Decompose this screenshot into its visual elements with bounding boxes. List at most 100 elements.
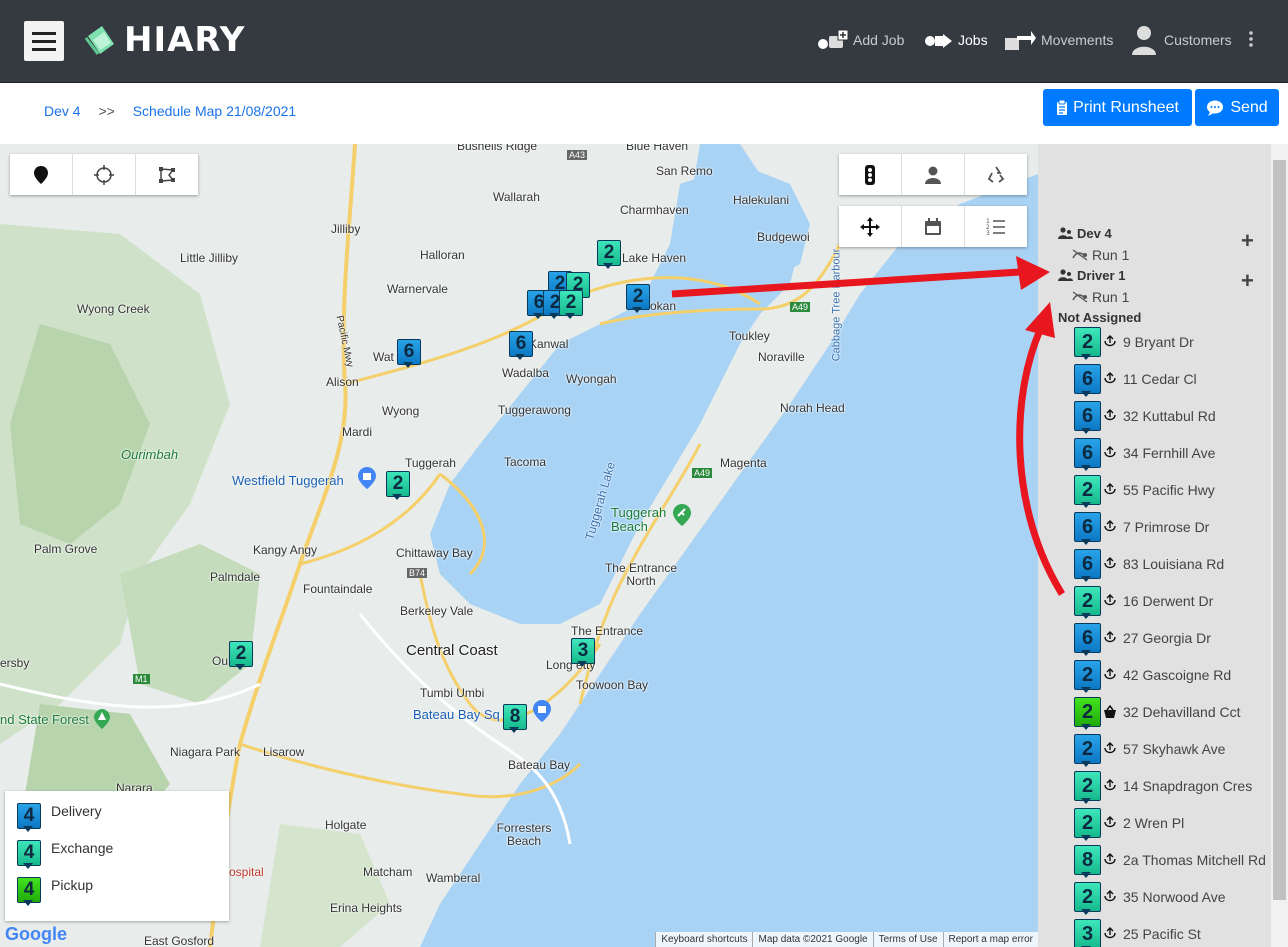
move-tool-button[interactable] [839, 206, 902, 247]
place-label: Holgate [325, 818, 367, 832]
job-list-item[interactable]: 6 7 Primrose Dr [1074, 512, 1209, 545]
beach-poi-icon[interactable] [673, 504, 691, 531]
job-type-marker: 2 [1074, 808, 1101, 841]
job-list-item[interactable]: 2 14 Snapdragon Cres [1074, 771, 1252, 804]
run-item[interactable]: Run 1 [1072, 247, 1129, 263]
nav-jobs[interactable]: Jobs [924, 24, 988, 56]
job-list-item[interactable]: 3 25 Pacific St [1074, 919, 1201, 947]
svg-text:3: 3 [986, 230, 990, 236]
place-label: Magenta [720, 456, 767, 470]
job-list-item[interactable]: 6 27 Georgia Dr [1074, 623, 1211, 656]
shopping-poi-icon[interactable] [533, 700, 551, 727]
map-job-marker[interactable]: 2 [386, 471, 410, 500]
place-label: Westfield Tuggerah [232, 473, 344, 488]
map-job-marker[interactable]: 3 [571, 638, 595, 667]
map-circle-tool[interactable] [73, 154, 136, 195]
pickup-bin-icon [1104, 705, 1116, 718]
legend-label: Pickup [51, 877, 94, 893]
forest-poi-icon[interactable] [94, 709, 110, 734]
job-address: 34 Fernhill Ave [1123, 445, 1216, 461]
bin-lift-icon [1104, 520, 1116, 532]
map-job-marker[interactable]: 2 [559, 290, 583, 319]
job-count: 2 [1074, 771, 1101, 801]
breadcrumb-parent-link[interactable]: Dev 4 [44, 103, 81, 119]
job-list-item[interactable]: 6 11 Cedar Cl [1074, 364, 1197, 397]
shopping-poi-icon[interactable] [358, 467, 376, 494]
map-job-marker[interactable]: 6 [397, 339, 421, 368]
add-run-button[interactable]: + [1241, 270, 1254, 292]
send-button[interactable]: Send [1195, 89, 1279, 126]
add-run-button[interactable]: + [1241, 230, 1254, 252]
bin-lift-icon [1104, 446, 1116, 458]
job-list-item[interactable]: 8 2a Thomas Mitchell Rd [1074, 845, 1266, 878]
google-logo[interactable]: Google [5, 924, 67, 945]
job-list-item[interactable]: 2 57 Skyhawk Ave [1074, 734, 1225, 767]
job-list-item[interactable]: 2 42 Gascoigne Rd [1074, 660, 1231, 693]
job-type-marker: 6 [1074, 512, 1101, 545]
run-sidebar: Dev 4 + Run 1 Driver 1 + Run 1 Not Assig… [1038, 144, 1271, 947]
group-driver1[interactable]: Driver 1 [1058, 268, 1125, 283]
schedule-map[interactable]: 123 Bushells Ridge Blue Haven A43 San Re… [0, 144, 1038, 947]
job-list-item[interactable]: 2 32 Dehavilland Cct [1074, 697, 1241, 730]
app-logo[interactable]: HIARY [84, 20, 245, 60]
keyboard-shortcuts-link[interactable]: Keyboard shortcuts [655, 932, 752, 947]
more-menu-icon[interactable] [1246, 30, 1256, 53]
job-list-item[interactable]: 6 32 Kuttabul Rd [1074, 401, 1216, 434]
job-type-marker: 2 [1074, 734, 1101, 767]
job-type-marker: 2 [1074, 327, 1101, 360]
driver-toggle-button[interactable] [902, 154, 965, 195]
map-job-marker[interactable]: 2 [597, 240, 621, 269]
map-polygon-tool[interactable] [136, 154, 198, 195]
map-marker-tool[interactable] [10, 154, 73, 195]
traffic-toggle-button[interactable] [839, 154, 902, 195]
group-dev4[interactable]: Dev 4 [1058, 226, 1112, 241]
logo-leaf-icon [84, 26, 114, 55]
calendar-button[interactable] [902, 206, 965, 247]
nav-movements-label: Movements [1041, 32, 1114, 48]
job-type-marker: 2 [1074, 586, 1101, 619]
legend-label: Exchange [51, 840, 114, 856]
app-name: HIARY [124, 20, 246, 60]
job-list-item[interactable]: 2 2 Wren Pl [1074, 808, 1184, 841]
not-assigned-heading: Not Assigned [1058, 310, 1142, 325]
job-count: 6 [1074, 438, 1101, 468]
nav-customers-label: Customers [1164, 32, 1232, 48]
add-job-icon [818, 29, 849, 49]
breadcrumb-current[interactable]: Schedule Map 21/08/2021 [133, 103, 296, 119]
print-runsheet-button[interactable]: Print Runsheet [1043, 89, 1192, 126]
road-label: A43 [567, 150, 588, 160]
sidebar-scrollbar[interactable] [1271, 144, 1288, 947]
recycle-toggle-button[interactable] [965, 154, 1027, 195]
job-type-marker: 6 [1074, 401, 1101, 434]
job-list-item[interactable]: 2 16 Derwent Dr [1074, 586, 1213, 619]
report-error-link[interactable]: Report a map error [942, 932, 1038, 947]
job-list-item[interactable]: 2 9 Bryant Dr [1074, 327, 1194, 360]
map-job-marker[interactable]: 8 [503, 704, 527, 733]
nav-movements[interactable]: Movements [1003, 24, 1113, 56]
hamburger-menu-button[interactable] [24, 21, 64, 61]
job-list-item[interactable]: 6 83 Louisiana Rd [1074, 549, 1224, 582]
map-job-marker[interactable]: 6 [509, 331, 533, 360]
breadcrumb-separator: >> [98, 103, 115, 119]
road-label: B74 [407, 568, 428, 578]
job-list-item[interactable]: 2 35 Norwood Ave [1074, 882, 1225, 915]
place-label: Lake Haven [622, 251, 687, 265]
place-label: Chittaway Bay [396, 546, 473, 560]
nav-jobs-label: Jobs [958, 32, 988, 48]
run-item[interactable]: Run 1 [1072, 289, 1129, 305]
group-name: Driver 1 [1077, 268, 1126, 283]
job-address: 32 Dehavilland Cct [1123, 704, 1241, 720]
job-list-item[interactable]: 6 34 Fernhill Ave [1074, 438, 1216, 471]
nav-add-job[interactable]: Add Job [817, 24, 904, 56]
job-list-item[interactable]: 2 55 Pacific Hwy [1074, 475, 1215, 508]
print-runsheet-label: Print Runsheet [1073, 98, 1179, 116]
place-label: Berkeley Vale [400, 604, 474, 618]
terms-link[interactable]: Terms of Use [872, 932, 943, 947]
job-type-marker: 2 [1074, 475, 1101, 508]
legend-item: 4 Delivery [17, 803, 102, 832]
map-job-marker[interactable]: 2 [626, 284, 650, 313]
nav-customers[interactable]: Customers [1130, 24, 1232, 56]
list-order-button[interactable]: 123 [965, 206, 1027, 247]
place-label: Norah Head [780, 401, 845, 415]
map-job-marker[interactable]: 2 [229, 641, 253, 670]
